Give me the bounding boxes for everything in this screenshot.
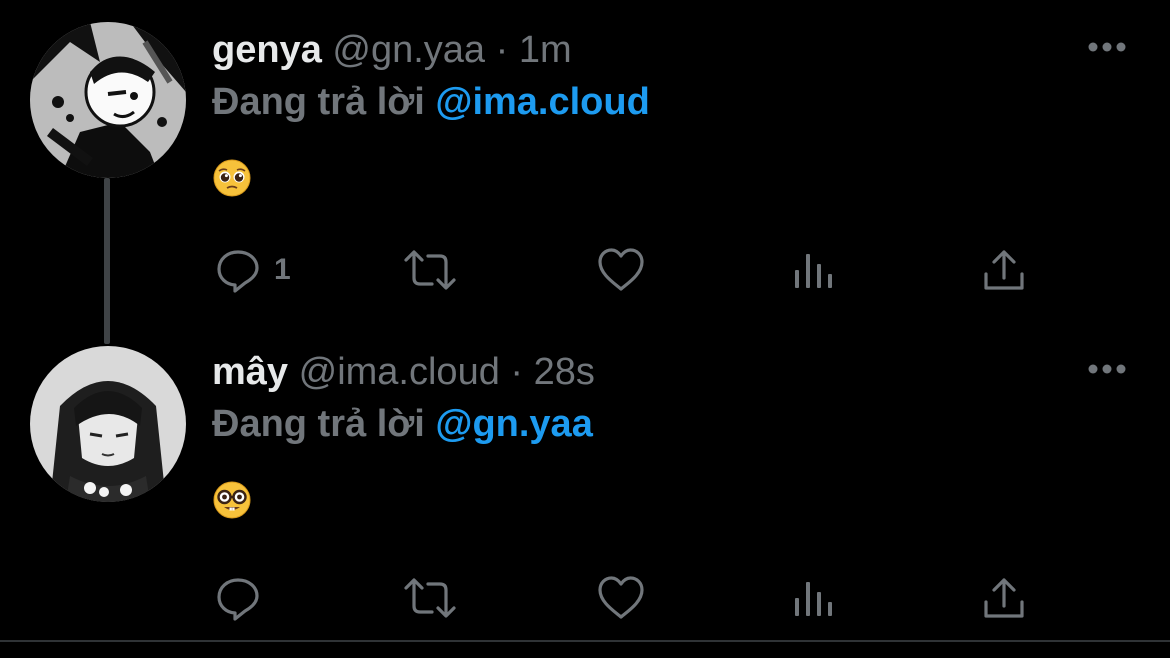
heart-icon <box>596 246 646 294</box>
more-dots-icon[interactable] <box>1086 362 1128 376</box>
avatar[interactable] <box>30 22 186 178</box>
heart-icon <box>596 574 646 622</box>
tweet-genya[interactable]: genya @gn.yaa · 1m Đang trả lời @ima.clo… <box>0 0 1170 322</box>
reply-bubble-icon <box>214 246 262 294</box>
views-chart-icon <box>792 574 834 622</box>
timestamp[interactable]: 1m <box>519 29 572 71</box>
reply-button[interactable] <box>214 572 274 624</box>
user-handle[interactable]: @gn.yaa <box>332 29 485 71</box>
views-button[interactable] <box>792 572 834 624</box>
retweet-button[interactable] <box>402 244 458 296</box>
replying-to-line: Đang trả lời @gn.yaa <box>212 402 593 446</box>
reply-button[interactable]: 1 <box>214 244 291 296</box>
share-icon <box>982 574 1026 622</box>
user-handle[interactable]: @ima.cloud <box>299 351 500 393</box>
reply-bubble-icon <box>214 574 262 622</box>
tweet-actions: 1 <box>0 244 1170 300</box>
retweet-icon <box>402 574 458 622</box>
display-name[interactable]: genya <box>212 29 322 71</box>
reply-count: 1 <box>274 253 291 286</box>
replying-to-line: Đang trả lời @ima.cloud <box>212 80 650 124</box>
share-icon <box>982 246 1026 294</box>
timestamp[interactable]: 28s <box>534 351 595 393</box>
manga-character-avatar-image <box>30 346 186 502</box>
views-button[interactable] <box>792 244 834 296</box>
replying-to-mention[interactable]: @ima.cloud <box>435 81 649 123</box>
bottom-divider <box>0 640 1170 642</box>
share-button[interactable] <box>982 572 1026 624</box>
tweet-may[interactable]: mây @ima.cloud · 28s Đang trả lời @gn.ya… <box>0 322 1170 640</box>
retweet-button[interactable] <box>402 572 458 624</box>
more-dots-icon[interactable] <box>1086 40 1128 54</box>
share-button[interactable] <box>982 244 1026 296</box>
tweet-actions <box>0 572 1170 628</box>
tweet-header: mây @ima.cloud · 28s <box>212 350 595 394</box>
like-button[interactable] <box>596 572 646 624</box>
manga-character-avatar-image <box>30 22 186 178</box>
replying-to-label: Đang trả lời <box>212 81 425 123</box>
nerd-face-emoji <box>212 480 252 520</box>
like-button[interactable] <box>596 244 646 296</box>
pleading-face-emoji <box>212 158 252 198</box>
replying-to-mention[interactable]: @gn.yaa <box>435 403 592 445</box>
display-name[interactable]: mây <box>212 351 288 393</box>
retweet-icon <box>402 246 458 294</box>
separator-dot: · <box>495 29 509 71</box>
tweet-header: genya @gn.yaa · 1m <box>212 28 572 72</box>
views-chart-icon <box>792 246 834 294</box>
separator-dot: · <box>510 351 524 393</box>
replying-to-label: Đang trả lời <box>212 403 425 445</box>
avatar[interactable] <box>30 346 186 502</box>
